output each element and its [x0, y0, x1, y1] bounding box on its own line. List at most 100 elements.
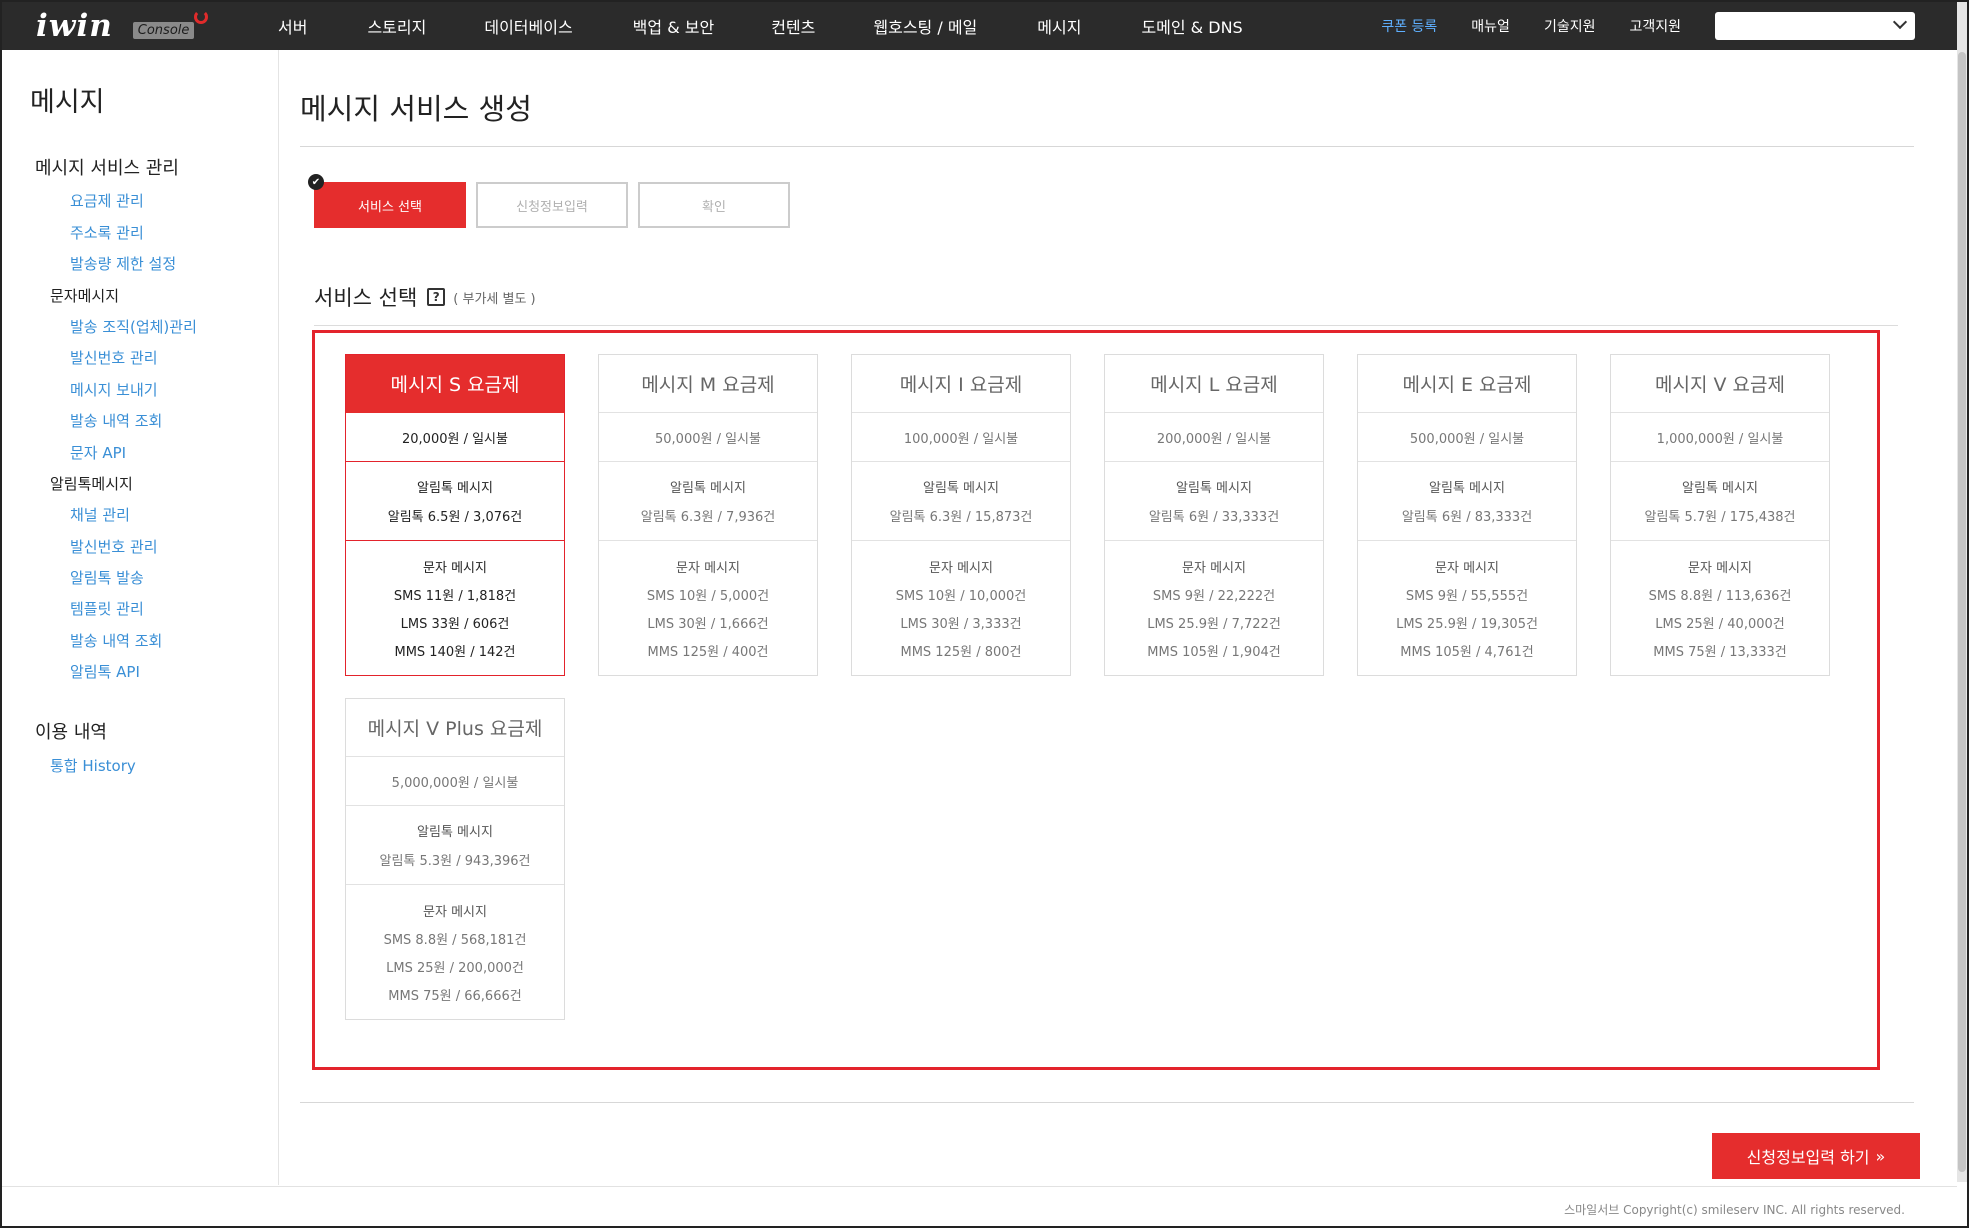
account-select[interactable]: [1715, 12, 1915, 40]
plan-alimtalk: 알림톡 메시지 알림톡 6.3원 / 15,873건: [852, 462, 1070, 541]
sms-label: 문자 메시지: [423, 560, 487, 576]
lms-rate: LMS 25원 / 200,000건: [386, 960, 524, 976]
sidebar-sub-sms[interactable]: 문자메시지: [50, 285, 119, 306]
sms-rate: SMS 11원 / 1,818건: [393, 588, 517, 604]
plan-card-v[interactable]: 메시지 V 요금제 1,000,000원 / 일시불 알림톡 메시지 알림톡 5…: [1610, 354, 1830, 676]
sms-rate: SMS 9원 / 55,555건: [1405, 588, 1529, 604]
plan-name: 메시지 S 요금제: [346, 355, 564, 413]
section-header: 서비스 선택 ? ( 부가세 별도 ): [314, 282, 536, 312]
plan-alimtalk: 알림톡 메시지 알림톡 6원 / 83,333건: [1358, 462, 1576, 541]
logo-text: iwin: [36, 8, 113, 44]
plan-alimtalk: 알림톡 메시지 알림톡 6.5원 / 3,076건: [346, 462, 564, 541]
mms-rate: MMS 105원 / 4,761건: [1400, 644, 1534, 660]
nav-item-storage[interactable]: 스토리지: [367, 14, 426, 38]
plan-card-m[interactable]: 메시지 M 요금제 50,000원 / 일시불 알림톡 메시지 알림톡 6.3원…: [598, 354, 818, 676]
sidebar-link-send-history[interactable]: 발송 내역 조회: [70, 410, 162, 431]
mms-rate: MMS 140원 / 142건: [394, 644, 516, 660]
plan-price: 50,000원 / 일시불: [599, 413, 817, 462]
sidebar-link-alim-api[interactable]: 알림톡 API: [70, 661, 140, 682]
sidebar-link-alim-send[interactable]: 알림톡 발송: [70, 567, 144, 588]
sidebar-link-address-book[interactable]: 주소록 관리: [70, 222, 144, 243]
plan-price: 1,000,000원 / 일시불: [1611, 413, 1829, 462]
alimtalk-rate: 알림톡 6원 / 33,333건: [1148, 510, 1280, 525]
vat-note: ( 부가세 별도 ): [453, 291, 536, 307]
nav-item-domain-dns[interactable]: 도메인 & DNS: [1141, 14, 1242, 38]
tech-support-link[interactable]: 기술지원: [1544, 16, 1596, 36]
plan-card-e[interactable]: 메시지 E 요금제 500,000원 / 일시불 알림톡 메시지 알림톡 6원 …: [1357, 354, 1577, 676]
next-application-info-button[interactable]: 신청정보입력 하기 »: [1712, 1133, 1920, 1179]
sidebar-link-sender-number[interactable]: 발신번호 관리: [70, 347, 158, 368]
plan-card-i[interactable]: 메시지 I 요금제 100,000원 / 일시불 알림톡 메시지 알림톡 6.3…: [851, 354, 1071, 676]
alimtalk-rate: 알림톡 6.3원 / 15,873건: [889, 510, 1033, 525]
sidebar-title: 메시지: [30, 87, 105, 118]
nav-item-server[interactable]: 서버: [278, 14, 307, 38]
sidebar-link-send-message[interactable]: 메시지 보내기: [70, 379, 158, 400]
customer-support-link[interactable]: 고객지원: [1629, 16, 1681, 36]
nav-item-webhosting-mail[interactable]: 웹호스팅 / 메일: [873, 14, 977, 38]
next-button-label: 신청정보입력 하기: [1746, 1148, 1870, 1167]
plan-price: 5,000,000원 / 일시불: [346, 757, 564, 806]
plan-price: 100,000원 / 일시불: [852, 413, 1070, 462]
plan-name: 메시지 E 요금제: [1358, 355, 1576, 413]
step-service-select[interactable]: 서비스 선택: [314, 182, 466, 228]
sidebar-link-alim-send-history[interactable]: 발송 내역 조회: [70, 630, 162, 651]
nav-item-contents[interactable]: 컨텐츠: [771, 14, 815, 38]
alimtalk-rate: 알림톡 6.3원 / 7,936건: [640, 510, 776, 525]
alimtalk-rate: 알림톡 5.3원 / 943,396건: [379, 854, 531, 869]
sidebar-section-service-manage[interactable]: 메시지 서비스 관리: [35, 154, 179, 180]
nav-item-message[interactable]: 메시지: [1037, 14, 1081, 38]
lms-rate: LMS 25.9원 / 7,722건: [1147, 616, 1281, 632]
logo[interactable]: iwin Console: [36, 8, 209, 44]
lms-rate: LMS 30원 / 3,333건: [900, 616, 1022, 632]
logo-smile-icon: [194, 10, 209, 24]
mms-rate: MMS 105원 / 1,904건: [1147, 644, 1281, 660]
logo-console-badge: Console: [132, 21, 195, 39]
alimtalk-label: 알림톡 메시지: [1429, 481, 1505, 496]
sidebar: 메시지 메시지 서비스 관리 요금제 관리 주소록 관리 발송량 제한 설정 문…: [2, 50, 279, 1185]
help-icon[interactable]: ?: [427, 288, 446, 306]
mms-rate: MMS 75원 / 13,333건: [1653, 644, 1787, 660]
bottom-divider: [300, 1102, 1914, 1103]
sidebar-link-template-manage[interactable]: 템플릿 관리: [70, 598, 144, 619]
page-scrollbar[interactable]: [1957, 2, 1967, 1182]
step-confirm[interactable]: 확인: [638, 182, 790, 228]
plan-alimtalk: 알림톡 메시지 알림톡 5.7원 / 175,438건: [1611, 462, 1829, 541]
sms-rate: SMS 8.8원 / 113,636건: [1648, 588, 1792, 604]
footer: 스마일서브 Copyright(c) smileserv INC. All ri…: [2, 1186, 1957, 1226]
plan-card-v-plus[interactable]: 메시지 V Plus 요금제 5,000,000원 / 일시불 알림톡 메시지 …: [345, 698, 565, 1020]
sidebar-section-usage[interactable]: 이용 내역: [35, 718, 107, 744]
sidebar-link-plan-manage[interactable]: 요금제 관리: [70, 190, 144, 211]
sidebar-sub-alimtalk[interactable]: 알림톡메시지: [50, 473, 133, 494]
plan-price: 20,000원 / 일시불: [346, 413, 564, 462]
sidebar-link-send-org[interactable]: 발송 조직(업체)관리: [70, 316, 197, 337]
plan-alimtalk: 알림톡 메시지 알림톡 5.3원 / 943,396건: [346, 806, 564, 885]
nav-item-database[interactable]: 데이터베이스: [484, 14, 572, 38]
plan-sms: 문자 메시지 SMS 9원 / 22,222건 LMS 25.9원 / 7,72…: [1105, 541, 1323, 675]
manual-link[interactable]: 매뉴얼: [1471, 16, 1510, 36]
plan-sms: 문자 메시지 SMS 8.8원 / 568,181건 LMS 25원 / 200…: [346, 885, 564, 1019]
plan-name: 메시지 I 요금제: [852, 355, 1070, 413]
title-divider: [300, 146, 1914, 147]
alimtalk-rate: 알림톡 6원 / 83,333건: [1401, 510, 1533, 525]
nav-item-backup-security[interactable]: 백업 & 보안: [633, 14, 715, 38]
sidebar-link-send-limit[interactable]: 발송량 제한 설정: [70, 253, 176, 274]
sidebar-link-history[interactable]: 통합 History: [50, 755, 136, 776]
sidebar-link-alim-sender-number[interactable]: 발신번호 관리: [70, 536, 158, 557]
plan-name: 메시지 L 요금제: [1105, 355, 1323, 413]
coupon-register-link[interactable]: 쿠폰 등록: [1381, 16, 1437, 36]
plan-card-s[interactable]: 메시지 S 요금제 20,000원 / 일시불 알림톡 메시지 알림톡 6.5원…: [345, 354, 565, 676]
alimtalk-label: 알림톡 메시지: [1682, 481, 1758, 496]
plan-card-l[interactable]: 메시지 L 요금제 200,000원 / 일시불 알림톡 메시지 알림톡 6원 …: [1104, 354, 1324, 676]
section-divider: [314, 325, 1898, 326]
alimtalk-rate: 알림톡 6.5원 / 3,076건: [387, 510, 523, 525]
plan-alimtalk: 알림톡 메시지 알림톡 6원 / 33,333건: [1105, 462, 1323, 541]
sms-rate: SMS 9원 / 22,222건: [1152, 588, 1276, 604]
plan-alimtalk: 알림톡 메시지 알림톡 6.3원 / 7,936건: [599, 462, 817, 541]
sms-rate: SMS 10원 / 10,000건: [895, 588, 1027, 604]
sidebar-link-channel-manage[interactable]: 채널 관리: [70, 504, 130, 525]
utility-nav: 쿠폰 등록 매뉴얼 기술지원 고객지원: [1381, 2, 1915, 50]
sidebar-link-sms-api[interactable]: 문자 API: [70, 442, 126, 463]
scrollbar-thumb[interactable]: [1958, 52, 1966, 1172]
plan-sms: 문자 메시지 SMS 8.8원 / 113,636건 LMS 25원 / 40,…: [1611, 541, 1829, 675]
step-application-info[interactable]: 신청정보입력: [476, 182, 628, 228]
